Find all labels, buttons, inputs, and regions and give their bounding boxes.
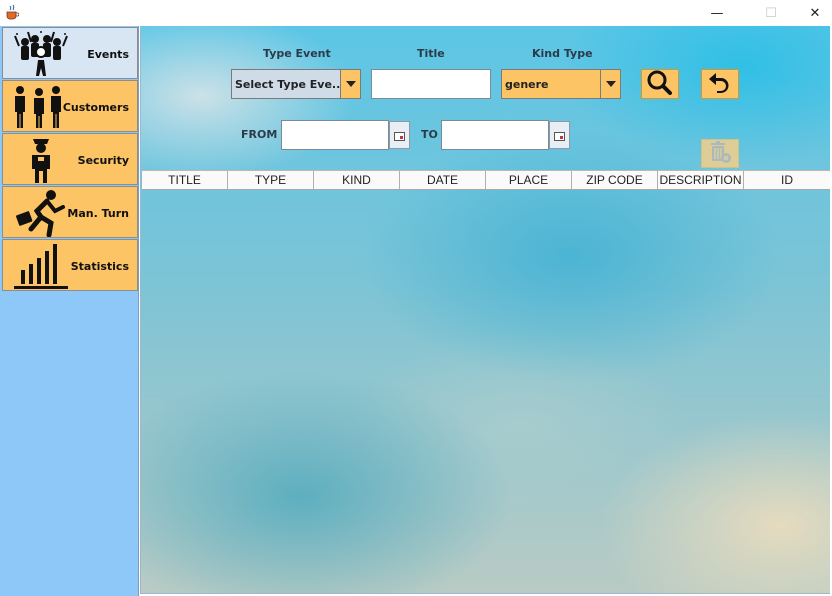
events-table-body[interactable] [142,190,830,593]
from-date-input[interactable] [281,120,389,150]
crowd-icon [11,30,71,78]
chevron-down-icon[interactable] [340,70,360,98]
calendar-icon [394,126,405,145]
to-date-input[interactable] [441,120,549,150]
minimize-button[interactable]: — [694,0,740,26]
type-event-label: Type Event [263,47,331,60]
column-header-kind[interactable]: KIND [314,171,400,189]
column-header-title[interactable]: TITLE [142,171,228,189]
sidebar-item-label: Security [77,153,129,167]
guard-icon [11,136,71,184]
java-cup-icon [5,4,20,20]
close-button[interactable]: ✕ [792,0,832,26]
sidebar-item-security[interactable]: Security [2,133,138,185]
delete-button[interactable] [701,139,739,168]
undo-arrow-icon [707,70,733,98]
calendar-icon [554,126,565,145]
running-man-icon [11,189,71,238]
sidebar-item-statistics[interactable]: Statistics [2,239,138,291]
column-header-zip-code[interactable]: ZIP CODE [572,171,658,189]
to-label: TO [421,128,438,141]
kind-type-label: Kind Type [532,47,593,60]
trash-delete-icon [708,140,732,168]
column-header-place[interactable]: PLACE [486,171,572,189]
search-button[interactable] [641,69,679,99]
events-panel: Type Event Title Kind Type Select Type E… [140,26,830,594]
kind-type-select[interactable]: genere [501,69,621,99]
type-event-value: Select Type Eve... [235,77,340,91]
title-input[interactable] [371,69,491,99]
sidebar-item-label: Man. Turn [67,206,129,220]
sidebar-item-label: Statistics [70,259,129,273]
maximize-button[interactable]: ☐ [748,0,794,26]
search-icon [646,69,674,99]
events-table-header: TITLE TYPE KIND DATE PLACE ZIP CODE DESC… [142,170,830,190]
column-header-type[interactable]: TYPE [228,171,314,189]
kind-type-value: genere [505,77,549,91]
column-header-description[interactable]: DESCRIPTION [658,171,744,189]
window-title-bar: — ☐ ✕ [0,0,832,26]
sidebar: Events Customers Security Man. Turn Stat… [0,26,139,596]
sidebar-item-customers[interactable]: Customers [2,80,138,132]
column-header-date[interactable]: DATE [400,171,486,189]
sidebar-item-man-turn[interactable]: Man. Turn [2,186,138,238]
chevron-down-icon[interactable] [600,70,620,98]
sidebar-item-label: Events [87,47,129,61]
sidebar-item-label: Customers [62,100,129,114]
title-label: Title [417,47,445,60]
bar-chart-icon [11,242,71,290]
back-button[interactable] [701,69,739,99]
column-header-id[interactable]: ID [744,171,830,189]
from-label: FROM [241,128,278,141]
type-event-select[interactable]: Select Type Eve... [231,69,361,99]
to-date-picker-button[interactable] [549,121,570,149]
from-date-picker-button[interactable] [389,121,410,149]
sidebar-item-events[interactable]: Events [2,27,138,79]
